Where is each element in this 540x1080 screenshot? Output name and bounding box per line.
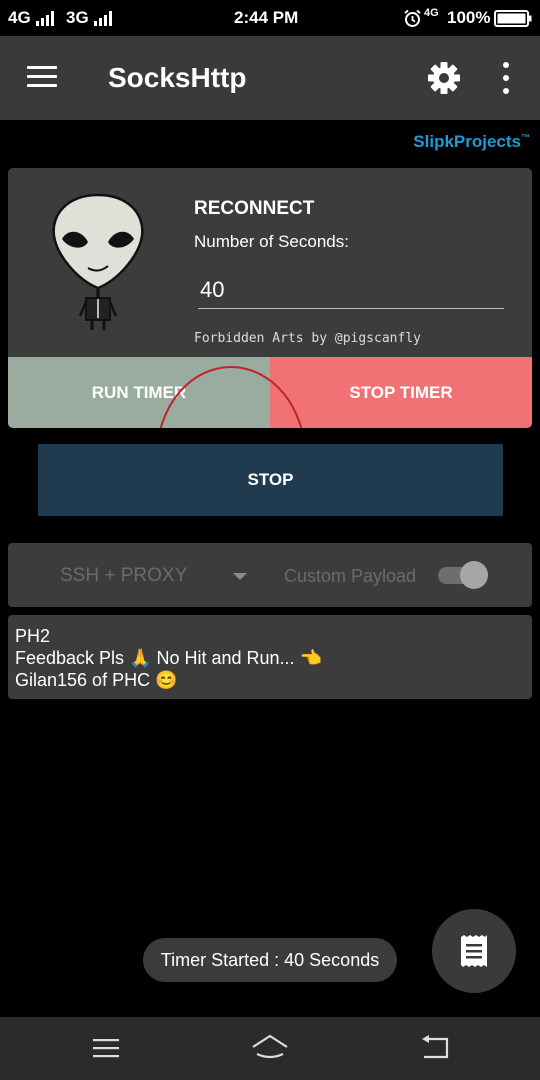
hamburger-menu-icon[interactable] — [27, 66, 57, 88]
toast-text: Timer Started : 40 Seconds — [160, 950, 380, 970]
back-icon[interactable] — [420, 1035, 450, 1061]
stop-timer-button[interactable]: STOP TIMER — [270, 357, 532, 428]
seconds-label: Number of Seconds: — [194, 232, 349, 251]
app-bar: SocksHttp — [0, 36, 540, 120]
timer-card: RECONNECT Number of Seconds: Forbidden A… — [8, 168, 532, 428]
app-title: SocksHttp — [108, 62, 247, 93]
note-line-1: PH2 — [15, 626, 51, 646]
log-button[interactable] — [432, 909, 516, 993]
trademark-mark: ™ — [521, 132, 530, 143]
status-bar: 4G 3G 2:44 PM 4G 100% — [0, 0, 540, 36]
toggle-thumb — [460, 561, 488, 589]
recent-apps-icon[interactable] — [92, 1037, 120, 1059]
note-line-2: Feedback Pls 🙏 No Hit and Run... 👈 — [15, 648, 322, 668]
toast: Timer Started : 40 Seconds — [143, 938, 397, 982]
battery-icon — [494, 10, 532, 27]
custom-payload-toggle[interactable] — [438, 561, 488, 589]
clock: 2:44 PM — [234, 8, 299, 27]
brand-name: SlipkProjects — [413, 132, 521, 151]
gear-icon[interactable] — [426, 60, 462, 96]
more-vert-icon[interactable] — [496, 62, 516, 94]
note-line-3: Gilan156 of PHC 😊 — [15, 670, 178, 690]
system-nav-bar — [0, 1017, 540, 1080]
alarm-icon — [404, 9, 421, 27]
seconds-input[interactable] — [198, 272, 504, 309]
reconnect-title: RECONNECT — [194, 198, 315, 219]
network-type-2: 3G — [66, 8, 89, 27]
notes-panel: PH2 Feedback Pls 🙏 No Hit and Run... 👈 G… — [8, 615, 532, 699]
dropdown-arrow-icon[interactable] — [233, 573, 247, 580]
signal-icon-2 — [94, 10, 114, 26]
mode-dropdown[interactable]: SSH + PROXY — [60, 565, 187, 587]
mode-row: SSH + PROXY Custom Payload — [8, 543, 532, 607]
network-type-1: 4G — [8, 8, 31, 27]
alien-mascot-image — [52, 193, 144, 330]
signal-icon — [36, 10, 56, 26]
brand-label: SlipkProjects™ — [413, 132, 530, 152]
log-icon — [461, 935, 487, 967]
custom-payload-label: Custom Payload — [284, 566, 417, 586]
network-type-3: 4G — [424, 7, 439, 19]
stop-button[interactable]: STOP — [38, 444, 503, 516]
battery-percent: 100% — [447, 8, 491, 27]
home-icon[interactable] — [251, 1033, 289, 1061]
credit-text: Forbidden Arts by @pigscanfly — [194, 331, 421, 346]
